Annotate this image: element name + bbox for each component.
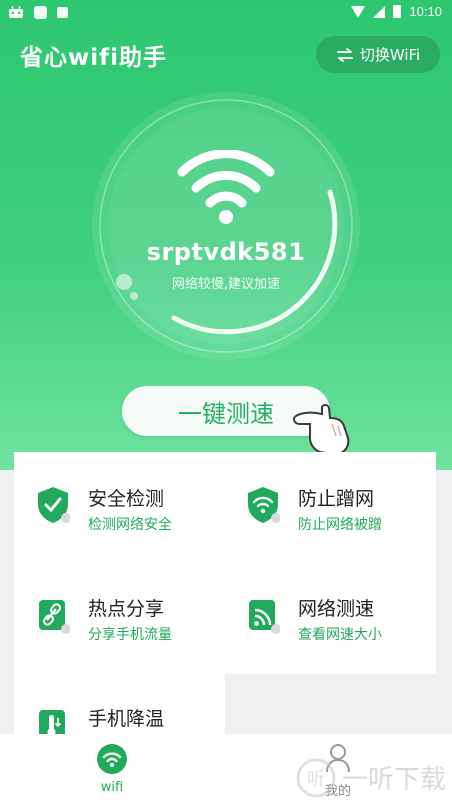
switch-wifi-button[interactable]: 切换WiFi: [316, 36, 440, 73]
feature-title: 安全检测: [88, 488, 165, 510]
feature-hotspot-share[interactable]: 热点分享 分享手机流量: [36, 596, 236, 666]
feature-security-check[interactable]: 安全检测 检测网络安全: [36, 486, 236, 556]
watermark-text: 一听下载: [342, 765, 446, 795]
feature-network-speed[interactable]: 网络测速 查看网速大小: [246, 596, 446, 666]
feature-title: 防止蹭网: [298, 488, 375, 510]
shield-check-icon: [38, 487, 70, 523]
status-notifications: [8, 5, 68, 19]
wifi-signal-icon: [351, 5, 366, 18]
shield-wifi-icon: [248, 487, 280, 523]
pointing-hand-icon: [292, 404, 350, 456]
android-icon: [9, 5, 23, 18]
link-icon: [39, 600, 70, 634]
svg-text:听: 听: [307, 769, 325, 790]
feature-subtitle: 分享手机流量: [88, 627, 172, 643]
feature-subtitle: 查看网速大小: [298, 627, 382, 643]
swap-arrows-icon: [336, 47, 353, 62]
feature-title: 手机降温: [88, 708, 165, 730]
watermark: 听 一听下载: [296, 758, 446, 798]
status-system: 10:10: [351, 4, 442, 19]
wifi-icon: [177, 150, 275, 224]
wifi-icon: [97, 744, 127, 774]
rss-icon: [249, 600, 280, 634]
notification-a-icon: [57, 6, 68, 18]
feature-anti-freeloading[interactable]: 防止蹭网 防止网络被蹭: [246, 486, 446, 556]
wifi-ssid: srptvdk581: [146, 238, 306, 266]
speed-test-label: 一键测速: [178, 399, 274, 428]
cell-signal-icon: [373, 5, 386, 18]
wifi-status: 网络较慢,建议加速: [171, 277, 281, 292]
feature-title: 热点分享: [88, 598, 165, 620]
feature-title: 网络测速: [298, 598, 375, 620]
nav-tab-wifi[interactable]: wifi: [80, 738, 144, 798]
nav-tab-label: wifi: [100, 780, 124, 795]
status-bar: 10:10: [0, 0, 452, 24]
battery-icon: [393, 5, 402, 18]
status-time: 10:10: [409, 4, 442, 19]
notification-square-icon: [34, 5, 47, 19]
app-title: 省心wifi助手: [20, 45, 168, 71]
feature-subtitle: 防止网络被蹭: [298, 517, 382, 533]
switch-wifi-label: 切换WiFi: [359, 46, 421, 64]
feature-subtitle: 检测网络安全: [88, 517, 172, 533]
